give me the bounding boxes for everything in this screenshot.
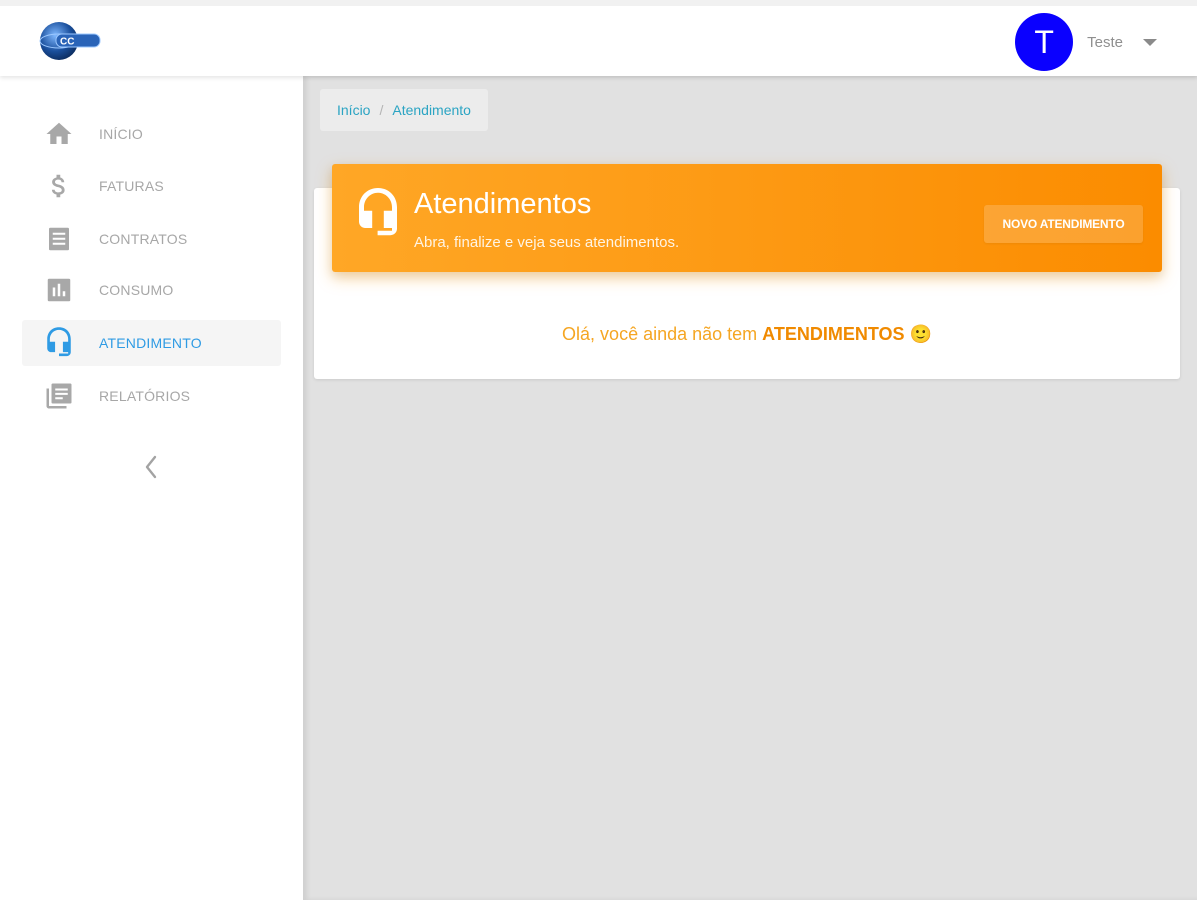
- main-content: Início / Atendimento Olá, você ainda não…: [303, 76, 1197, 900]
- smile-emoji: 🙂: [909, 324, 932, 344]
- breadcrumb-home-link[interactable]: Início: [337, 102, 370, 118]
- new-atendimento-button[interactable]: NOVO ATENDIMENTO: [984, 205, 1143, 243]
- sidebar-item-faturas[interactable]: FATURAS: [22, 163, 281, 209]
- avatar[interactable]: T: [1015, 13, 1074, 71]
- dollar-icon: [42, 169, 76, 203]
- card-subtitle: Abra, finalize e veja seus atendimentos.: [414, 234, 680, 251]
- document-icon: [42, 222, 76, 256]
- breadcrumb: Início / Atendimento: [320, 89, 488, 131]
- sidebar-item-label: ATENDIMENTO: [99, 335, 202, 351]
- sidebar: INÍCIO FATURAS CONTRATOS CONSUMO ATENDIM…: [0, 76, 303, 900]
- headset-icon: [42, 326, 76, 360]
- sidebar-item-label: INÍCIO: [99, 126, 143, 142]
- sidebar-item-atendimento[interactable]: ATENDIMENTO: [22, 320, 281, 366]
- home-icon: [42, 117, 76, 151]
- user-menu[interactable]: T Teste: [1015, 12, 1157, 72]
- sidebar-item-inicio[interactable]: INÍCIO: [22, 111, 281, 157]
- caret-down-icon[interactable]: [1143, 38, 1157, 46]
- sidebar-item-consumo[interactable]: CONSUMO: [22, 267, 281, 313]
- bar-chart-icon: [42, 273, 76, 307]
- empty-state-prefix: Olá, você ainda não tem: [562, 324, 763, 344]
- breadcrumb-current-link[interactable]: Atendimento: [392, 102, 471, 118]
- logo-text: CC: [60, 37, 74, 48]
- sidebar-collapse-button[interactable]: [138, 451, 164, 483]
- sidebar-item-label: RELATÓRIOS: [99, 388, 191, 404]
- empty-state-message: Olá, você ainda não tem ATENDIMENTOS 🙂: [314, 324, 1180, 345]
- avatar-initial: T: [1034, 23, 1054, 60]
- empty-state-highlight: ATENDIMENTOS: [762, 324, 905, 344]
- breadcrumb-separator: /: [379, 102, 384, 118]
- sidebar-item-label: CONSUMO: [99, 282, 174, 298]
- user-name[interactable]: Teste: [1087, 34, 1123, 51]
- chevron-left-icon: [145, 455, 157, 479]
- sidebar-item-contratos[interactable]: CONTRATOS: [22, 216, 281, 262]
- reports-icon: [42, 379, 76, 413]
- card-header: Atendimentos Abra, finalize e veja seus …: [332, 164, 1162, 272]
- top-bar: CC T Teste: [0, 0, 1197, 76]
- logo[interactable]: CC: [38, 20, 104, 62]
- sidebar-item-label: FATURAS: [99, 178, 164, 194]
- card-title: Atendimentos: [414, 188, 592, 220]
- sidebar-item-relatorios[interactable]: RELATÓRIOS: [22, 373, 281, 419]
- sidebar-item-label: CONTRATOS: [99, 231, 188, 247]
- headset-icon: [359, 188, 397, 236]
